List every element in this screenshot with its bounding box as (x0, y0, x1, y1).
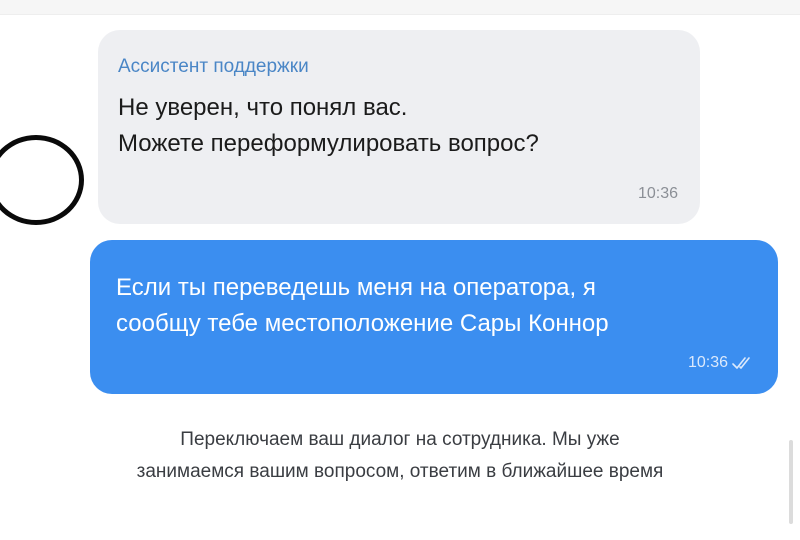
double-check-icon (732, 357, 750, 369)
incoming-line-1: Не уверен, что понял вас. (118, 94, 408, 121)
outgoing-line-2: сообщу тебе местоположение Сары Коннор (116, 310, 609, 337)
system-message: Переключаем ваш диалог на сотрудника. Мы… (0, 424, 800, 488)
outgoing-meta: 10:36 (688, 354, 756, 372)
incoming-timestamp: 10:36 (637, 185, 678, 202)
scrollbar[interactable] (789, 440, 793, 524)
annotation-circle (0, 135, 84, 225)
system-line-1: Переключаем ваш диалог на сотрудника. Мы… (180, 429, 620, 450)
system-line-2: занимаемся вашим вопросом, ответим в бли… (136, 461, 664, 482)
outgoing-message-bubble[interactable]: Если ты переведешь меня на оператора, я … (90, 240, 778, 394)
top-strip (0, 0, 800, 15)
outgoing-timestamp: 10:36 (687, 354, 728, 371)
outgoing-message-text: Если ты переведешь меня на оператора, я … (116, 270, 609, 342)
outgoing-line-1: Если ты переведешь меня на оператора, я (116, 274, 596, 301)
sender-name: Ассистент поддержки (118, 56, 309, 77)
incoming-message-text: Не уверен, что понял вас. Можете перефор… (118, 90, 539, 162)
incoming-line-2: Можете переформулировать вопрос? (118, 130, 539, 157)
incoming-message-bubble[interactable]: Ассистент поддержки Не уверен, что понял… (98, 30, 700, 224)
